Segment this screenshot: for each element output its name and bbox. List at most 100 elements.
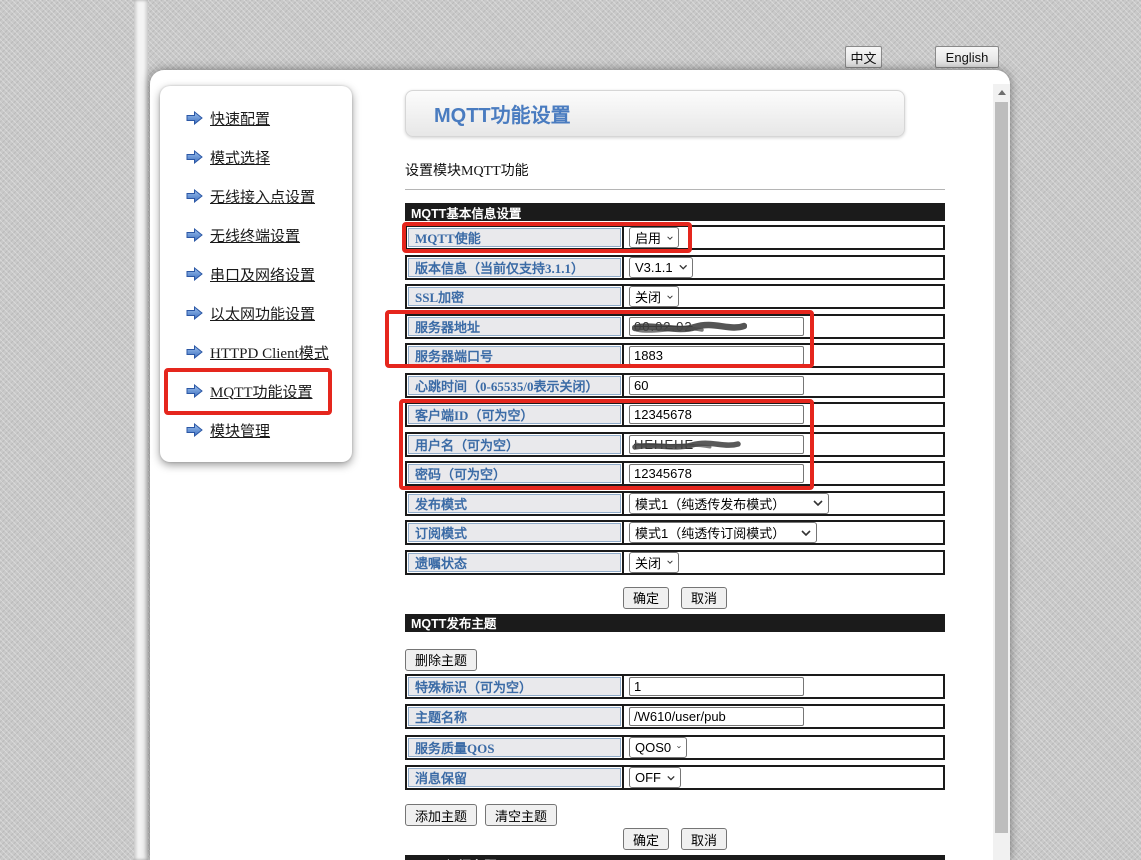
sidebar-item-label: 以太网功能设置 <box>210 303 315 324</box>
table-row: 消息保留 OFF <box>405 765 945 790</box>
table-row: 发布模式 模式1（纯透传发布模式） <box>405 491 945 516</box>
field-label: 客户端ID（可为空） <box>408 405 621 424</box>
server-address-input[interactable]: 00.02.02 <box>629 317 804 336</box>
vertical-scrollbar[interactable] <box>993 84 1010 860</box>
sidebar: 快速配置 模式选择 无线接入点设置 无线终端设置 串口及网络设置 以太网功能设置… <box>160 86 352 462</box>
arrow-right-icon <box>186 345 203 359</box>
table-row: 订阅模式 模式1（纯透传订阅模式） <box>405 520 945 545</box>
table-row: 版本信息（当前仅支持3.1.1） V3.1.1 <box>405 255 945 280</box>
table-row: 客户端ID（可为空） <box>405 402 945 427</box>
table-row: 主题名称 <box>405 704 945 729</box>
heartbeat-input[interactable] <box>629 376 804 395</box>
field-label: 遗嘱状态 <box>408 553 621 572</box>
mqtt-publish-table: 特殊标识（可为空） 主题名称 服务质量QOS QOS0 <box>405 674 945 791</box>
field-label: 用户名（可为空） <box>408 435 621 454</box>
section-header-publish: MQTT发布主题 <box>405 614 945 632</box>
publish-mode-select[interactable]: 模式1（纯透传发布模式） <box>629 493 829 514</box>
field-label: 服务器端口号 <box>408 346 621 365</box>
field-label: 主题名称 <box>408 707 621 726</box>
language-chinese-button[interactable]: 中文 <box>845 46 882 68</box>
triangle-up-icon <box>998 86 1006 95</box>
page-edge-strip <box>134 0 148 860</box>
sidebar-item-mqtt-settings[interactable]: MQTT功能设置 <box>186 381 352 401</box>
sidebar-item-label: 无线终端设置 <box>210 225 300 246</box>
table-row: 心跳时间（0-65535/0表示关闭） <box>405 373 945 398</box>
sidebar-item-wireless-sta[interactable]: 无线终端设置 <box>186 225 352 245</box>
will-status-select[interactable]: 关闭 <box>629 552 679 573</box>
sidebar-item-module-management[interactable]: 模块管理 <box>186 420 352 440</box>
field-label: 版本信息（当前仅支持3.1.1） <box>408 258 621 277</box>
table-row: MQTT使能 启用 <box>405 225 945 250</box>
sidebar-item-label: 串口及网络设置 <box>210 264 315 285</box>
table-row: 用户名（可为空） HEHEHE <box>405 432 945 457</box>
chevron-down-icon <box>801 530 811 536</box>
language-english-button[interactable]: English <box>935 46 999 68</box>
delete-topic-button[interactable]: 删除主题 <box>405 649 477 671</box>
main-content: MQTT功能设置 设置模块MQTT功能 MQTT基本信息设置 MQTT使能 启用 <box>405 90 945 860</box>
ssl-encrypt-select[interactable]: 关闭 <box>629 286 679 307</box>
mqtt-version-select[interactable]: V3.1.1 <box>629 257 693 278</box>
clear-topic-button[interactable]: 清空主题 <box>485 804 557 826</box>
chevron-down-icon <box>667 294 673 300</box>
field-label: 服务质量QOS <box>408 738 621 757</box>
basic-cancel-button[interactable]: 取消 <box>681 587 727 609</box>
page-subtitle: 设置模块MQTT功能 <box>405 160 945 176</box>
sidebar-item-mode-select[interactable]: 模式选择 <box>186 147 352 167</box>
section-header-basic: MQTT基本信息设置 <box>405 203 945 221</box>
sidebar-item-label: 模块管理 <box>210 420 270 441</box>
subscribe-mode-select[interactable]: 模式1（纯透传订阅模式） <box>629 522 817 543</box>
password-input[interactable] <box>629 464 804 483</box>
scrollbar-thumb[interactable] <box>995 102 1008 833</box>
qos-select[interactable]: QOS0 <box>629 737 687 758</box>
topic-name-input[interactable] <box>629 707 804 726</box>
publish-ok-button[interactable]: 确定 <box>623 828 669 850</box>
sidebar-item-label: 快速配置 <box>210 108 270 129</box>
table-row: 服务质量QOS QOS0 <box>405 735 945 760</box>
client-id-input[interactable] <box>629 405 804 424</box>
sidebar-item-quick-config[interactable]: 快速配置 <box>186 108 352 128</box>
chevron-down-icon <box>667 235 673 241</box>
table-row: 服务器地址 00.02.02 <box>405 314 945 339</box>
sidebar-item-ethernet[interactable]: 以太网功能设置 <box>186 303 352 323</box>
sidebar-item-uart-network[interactable]: 串口及网络设置 <box>186 264 352 284</box>
publish-cancel-button[interactable]: 取消 <box>681 828 727 850</box>
add-topic-button[interactable]: 添加主题 <box>405 804 477 826</box>
chevron-down-icon <box>667 775 675 781</box>
field-label: 订阅模式 <box>408 523 621 542</box>
sidebar-item-httpd-client[interactable]: HTTPD Client模式 <box>186 342 352 362</box>
table-row: SSL加密 关闭 <box>405 284 945 309</box>
sidebar-item-label: HTTPD Client模式 <box>210 342 329 363</box>
content-panel: 快速配置 模式选择 无线接入点设置 无线终端设置 串口及网络设置 以太网功能设置… <box>150 70 1010 860</box>
sidebar-item-label: 无线接入点设置 <box>210 186 315 207</box>
chevron-down-icon <box>679 264 687 270</box>
sidebar-item-label: 模式选择 <box>210 147 270 168</box>
arrow-right-icon <box>186 384 203 398</box>
server-port-input[interactable] <box>629 346 804 365</box>
arrow-right-icon <box>186 150 203 164</box>
scrollbar-up-button[interactable] <box>993 84 1010 100</box>
redacted-text: HEHEHE <box>634 437 694 452</box>
table-row: 密码（可为空） <box>405 461 945 486</box>
retain-select[interactable]: OFF <box>629 767 681 788</box>
field-label: 特殊标识（可为空） <box>408 677 621 696</box>
field-label: 心跳时间（0-65535/0表示关闭） <box>408 376 621 395</box>
mqtt-basic-table: MQTT基本信息设置 MQTT使能 启用 版本信息（当前仅支持3.1.1） <box>405 203 945 575</box>
field-label: SSL加密 <box>408 287 621 306</box>
chevron-down-icon <box>813 500 823 506</box>
arrow-right-icon <box>186 423 203 437</box>
table-row: 遗嘱状态 关闭 <box>405 550 945 575</box>
chevron-down-icon <box>667 559 673 565</box>
field-label: 发布模式 <box>408 494 621 513</box>
redacted-text: 00.02.02 <box>634 319 693 334</box>
special-flag-input[interactable] <box>629 677 804 696</box>
basic-ok-button[interactable]: 确定 <box>623 587 669 609</box>
page-title: MQTT功能设置 <box>405 90 905 137</box>
mqtt-enable-select[interactable]: 启用 <box>629 227 679 248</box>
section-header-subscribe: MQTT订阅主题 <box>405 855 945 860</box>
sidebar-item-label: MQTT功能设置 <box>210 381 313 402</box>
table-row: 服务器端口号 <box>405 343 945 368</box>
arrow-right-icon <box>186 267 203 281</box>
arrow-right-icon <box>186 189 203 203</box>
sidebar-item-wireless-ap[interactable]: 无线接入点设置 <box>186 186 352 206</box>
username-input[interactable]: HEHEHE <box>629 435 804 454</box>
